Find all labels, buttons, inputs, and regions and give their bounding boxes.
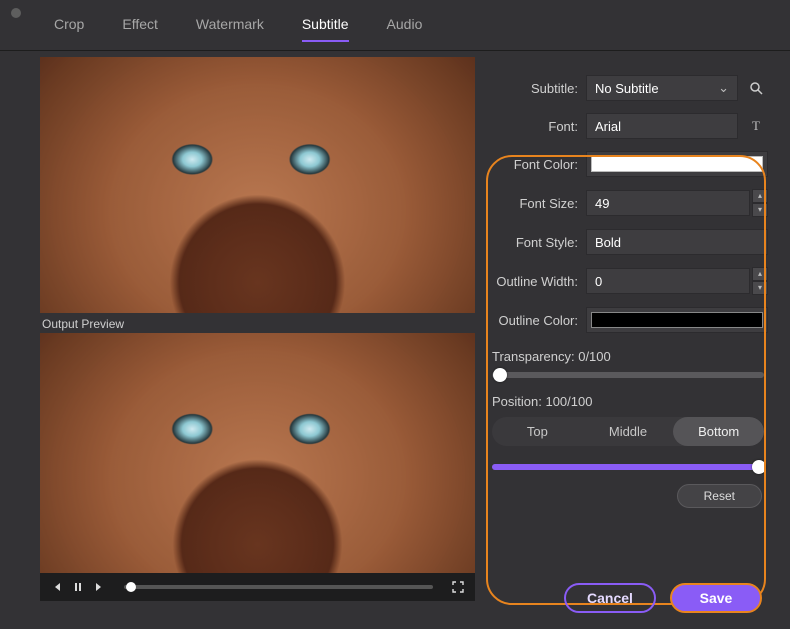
position-top[interactable]: Top [492,417,583,446]
tab-bar: Crop Effect Watermark Subtitle Audio [0,0,790,51]
save-button[interactable]: Save [670,583,762,613]
font-picker-button[interactable]: T [744,113,768,139]
cancel-button[interactable]: Cancel [564,583,656,613]
outline-color-label: Outline Color: [488,313,586,328]
font-color-swatch[interactable] [586,151,768,177]
next-frame-button[interactable] [94,581,106,593]
tab-watermark[interactable]: Watermark [196,16,264,42]
font-style-value: Bold [595,235,621,250]
outline-width-input[interactable]: 0 [586,268,750,294]
subtitle-panel: Subtitle: No Subtitle ⌄ Font: Arial T [480,57,778,601]
stepper-up-icon[interactable]: ▴ [752,267,768,281]
transparency-slider[interactable] [492,372,764,378]
output-preview-label: Output Preview [42,317,480,331]
player-bar [40,573,475,601]
font-color-label: Font Color: [488,157,586,172]
chevron-down-icon: ⌄ [718,80,729,96]
output-preview [40,333,475,573]
text-icon: T [752,118,760,134]
subtitle-select[interactable]: No Subtitle ⌄ [586,75,738,101]
pause-button[interactable] [72,581,84,593]
tab-audio[interactable]: Audio [387,16,423,42]
position-slider[interactable] [492,464,764,470]
action-buttons: Cancel Save [564,583,762,613]
stepper-down-icon[interactable]: ▾ [752,203,768,217]
transparency-label: Transparency: 0/100 [492,349,768,364]
outline-width-value: 0 [595,274,602,289]
playback-progress[interactable] [124,585,433,589]
position-bottom[interactable]: Bottom [673,417,764,446]
font-select[interactable]: Arial [586,113,738,139]
search-subtitle-button[interactable] [744,75,768,101]
preview-column: Output Preview [40,57,480,601]
font-size-input[interactable]: 49 [586,190,750,216]
source-preview [40,57,475,313]
fullscreen-button[interactable] [451,580,465,594]
subtitle-select-value: No Subtitle [595,81,659,96]
tab-effect[interactable]: Effect [122,16,158,42]
stepper-up-icon[interactable]: ▴ [752,189,768,203]
font-size-label: Font Size: [488,196,586,211]
reset-button[interactable]: Reset [677,484,762,508]
font-size-stepper[interactable]: ▴ ▾ [752,189,768,217]
position-segmented: Top Middle Bottom [492,417,764,446]
outline-width-stepper[interactable]: ▴ ▾ [752,267,768,295]
position-middle[interactable]: Middle [583,417,674,446]
font-style-label: Font Style: [488,235,586,250]
stepper-down-icon[interactable]: ▾ [752,281,768,295]
position-label: Position: 100/100 [492,394,768,409]
window-close-dot[interactable] [11,8,21,18]
font-style-select[interactable]: Bold [586,229,768,255]
prev-frame-button[interactable] [50,581,62,593]
outline-width-label: Outline Width: [488,274,586,289]
font-size-value: 49 [595,196,609,211]
subtitle-label: Subtitle: [488,81,586,96]
font-select-value: Arial [595,119,621,134]
font-label: Font: [488,119,586,134]
tab-subtitle[interactable]: Subtitle [302,16,349,42]
outline-color-swatch[interactable] [586,307,768,333]
tab-crop[interactable]: Crop [54,16,84,42]
